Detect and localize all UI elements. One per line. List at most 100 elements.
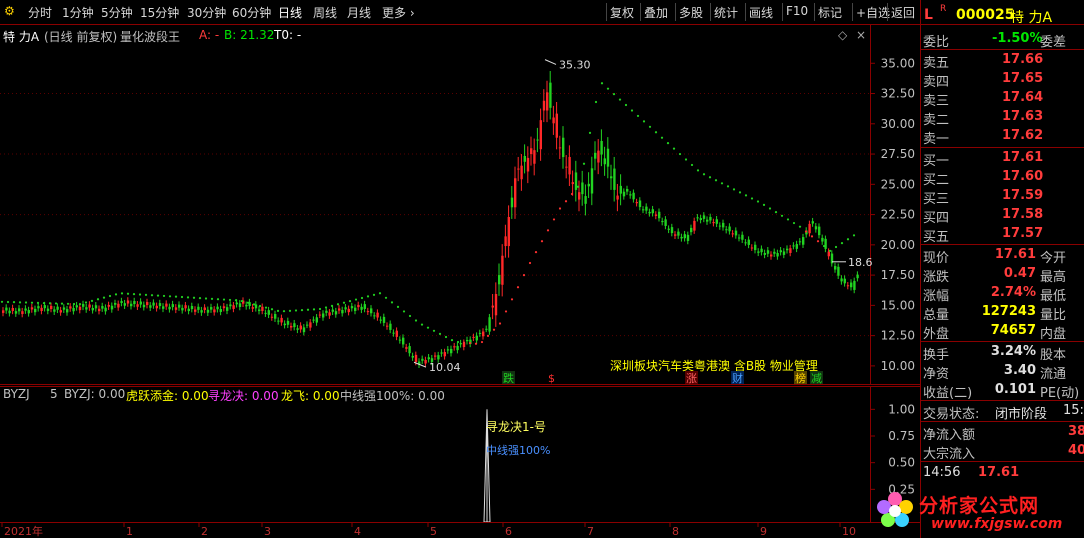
period-tab-0[interactable]: 分时 bbox=[28, 4, 52, 21]
trail-dot bbox=[72, 302, 76, 306]
bid-row: 买三 17.59 bbox=[920, 187, 1084, 207]
candle-body bbox=[389, 323, 392, 330]
candle-body bbox=[277, 320, 280, 322]
candle-body bbox=[219, 309, 222, 312]
toolbar-button-7[interactable]: +自选 bbox=[856, 4, 890, 21]
candle-body bbox=[238, 303, 242, 308]
x-tick-label: 7 bbox=[587, 525, 594, 538]
toolbar-button-6[interactable]: 标记 bbox=[818, 4, 842, 21]
candle-body bbox=[37, 306, 40, 309]
candle-body bbox=[200, 310, 203, 313]
period-tab-3[interactable]: 15分钟 bbox=[140, 4, 179, 21]
trail-dot bbox=[762, 203, 766, 206]
stat-row: 外盘 74657 内盘 bbox=[920, 322, 1084, 342]
weibi-row: 委比 -1.50% 委差 bbox=[920, 30, 1084, 50]
period-tab-2[interactable]: 5分钟 bbox=[101, 4, 133, 21]
trail-dot bbox=[234, 299, 238, 302]
candle-body bbox=[18, 308, 21, 312]
candle-body bbox=[488, 317, 491, 332]
candle-body bbox=[59, 310, 62, 313]
trail-dot bbox=[180, 295, 184, 299]
ask-price: 17.65 bbox=[1002, 71, 1044, 86]
trail-dot bbox=[12, 301, 16, 304]
candle-body bbox=[226, 307, 229, 311]
ind-name[interactable]: BYZJ bbox=[3, 387, 30, 401]
candle-body bbox=[594, 152, 597, 159]
candle-body bbox=[280, 317, 283, 323]
period-tab-6[interactable]: 日线 bbox=[278, 4, 302, 21]
candle-body bbox=[574, 172, 578, 190]
toolbar-button-3[interactable]: 统计 bbox=[714, 4, 738, 21]
toolbar-button-1[interactable]: 叠加 bbox=[644, 4, 668, 21]
toolbar-button-0[interactable]: 复权 bbox=[610, 4, 634, 21]
x-tick-label: 2021年 bbox=[4, 524, 43, 538]
candle-body bbox=[664, 219, 667, 226]
candle-body bbox=[405, 347, 408, 349]
trail-dot bbox=[6, 300, 10, 304]
candle-body bbox=[171, 304, 174, 308]
candle-body bbox=[440, 352, 443, 354]
candle-body bbox=[834, 266, 837, 270]
candle-body bbox=[75, 305, 78, 308]
candle-body bbox=[107, 304, 110, 307]
toolbar-button-4[interactable]: 画线 bbox=[749, 4, 773, 21]
trail-dot bbox=[150, 294, 154, 297]
stat-row: 现价 17.61 今开 bbox=[920, 246, 1084, 266]
period-tab-9[interactable]: 更多 › bbox=[382, 4, 415, 21]
stat2-label-2: PE(动) bbox=[1040, 386, 1080, 401]
period-tab-5[interactable]: 60分钟 bbox=[232, 4, 271, 21]
candle-body bbox=[322, 313, 325, 318]
quote-title: L R 000025 特 力A bbox=[920, 4, 1084, 30]
kline-chart[interactable]: 10.00 12.50 15.00 17.50 20.00 22.50 25.00 27.50… bbox=[0, 25, 920, 385]
trail-dot bbox=[696, 169, 700, 172]
x-tick-label: 2 bbox=[201, 525, 208, 538]
indicator-name[interactable]: 量化波段王 bbox=[120, 28, 180, 45]
stat2-label-2: 股本 bbox=[1040, 348, 1067, 363]
candle-body bbox=[734, 230, 738, 236]
candle-body bbox=[411, 355, 414, 358]
toolbar-button-8[interactable]: 返回 bbox=[891, 4, 915, 21]
y-tick-label: 30.00 bbox=[881, 117, 915, 131]
candle-body bbox=[254, 304, 258, 309]
stat-label: 现价 bbox=[923, 251, 950, 266]
annotation-text: 财 bbox=[732, 371, 743, 385]
toolbar-button-2[interactable]: 多股 bbox=[679, 4, 703, 21]
candle-body bbox=[786, 248, 789, 251]
trail-dot bbox=[228, 298, 232, 302]
stat-label-2: 内盘 bbox=[1040, 327, 1067, 342]
candle-body bbox=[578, 192, 581, 200]
candle-body bbox=[376, 312, 379, 318]
period-tab-4[interactable]: 30分钟 bbox=[187, 4, 226, 21]
candle-body bbox=[306, 324, 309, 326]
period-tab-7[interactable]: 周线 bbox=[313, 4, 337, 21]
trail-dot bbox=[282, 310, 286, 313]
indicator-chart[interactable]: 0.250.500.751.00寻龙决1-号中线强100% bbox=[0, 386, 920, 522]
period-tab-1[interactable]: 1分钟 bbox=[62, 4, 94, 21]
flower-logo-icon bbox=[877, 492, 913, 527]
ind-byzj: BYZJ: 0.00 bbox=[64, 387, 126, 401]
candle-body bbox=[181, 307, 184, 311]
candle-body bbox=[517, 168, 520, 170]
trail-dot bbox=[336, 303, 340, 306]
toolbar-button-5[interactable]: F10 bbox=[786, 4, 808, 18]
settings-icon[interactable]: ⚙ bbox=[4, 4, 15, 18]
ask-row: 卖二 17.63 bbox=[920, 108, 1084, 128]
candle-body bbox=[533, 150, 536, 164]
candle-body bbox=[811, 221, 814, 224]
period-tab-8[interactable]: 月线 bbox=[347, 4, 371, 21]
ask-label: 卖四 bbox=[923, 75, 950, 90]
trail-dot bbox=[588, 131, 592, 134]
candle-body bbox=[699, 218, 702, 221]
trail-dot bbox=[408, 314, 412, 318]
candle-body bbox=[696, 217, 699, 219]
candle-body bbox=[677, 231, 680, 236]
trail-dot bbox=[792, 221, 796, 225]
diamond-icon[interactable]: ◇ bbox=[838, 28, 847, 42]
close-icon[interactable]: × bbox=[856, 28, 866, 42]
candle-body bbox=[542, 100, 546, 111]
quote-stock-name: 特 力A bbox=[1010, 10, 1053, 26]
candle-body bbox=[661, 220, 664, 223]
candle-body bbox=[562, 137, 565, 158]
candle-body bbox=[776, 252, 779, 257]
candle-body bbox=[187, 308, 190, 312]
